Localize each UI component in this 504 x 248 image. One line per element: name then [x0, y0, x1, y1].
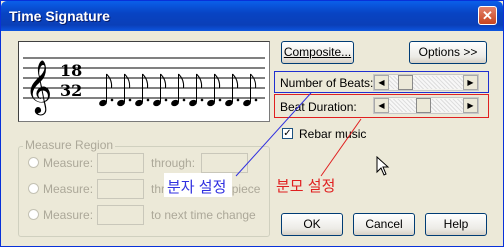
mouse-cursor-icon — [376, 156, 390, 176]
numerator-annotation: 분자 설정 — [167, 179, 227, 196]
cancel-button[interactable]: Cancel — [353, 213, 415, 236]
denominator-pointer-line — [320, 118, 362, 177]
annotation-pointer-lines — [235, 92, 362, 177]
help-button[interactable]: Help — [425, 213, 487, 236]
numerator-pointer-line — [235, 92, 312, 177]
ok-button-label: OK — [303, 217, 321, 231]
time-signature-dialog: Time Signature ✕ 𝄞 18 32 Composite... Op… — [0, 0, 504, 247]
help-button-label: Help — [443, 217, 469, 231]
cancel-button-label: Cancel — [365, 217, 403, 231]
ok-button[interactable]: OK — [281, 213, 343, 236]
denominator-annotation: 분모 설정 — [276, 178, 336, 195]
